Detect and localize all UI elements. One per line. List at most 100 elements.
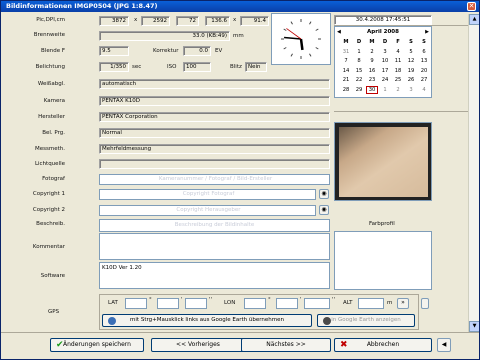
cancel-label: Abbrechen [366,341,400,348]
double-arrow-icon: » [401,299,405,306]
calendar-day[interactable]: 7 [340,57,352,65]
calendar-day[interactable]: 1 [353,48,365,56]
small-nav-button[interactable]: ◀ [437,338,451,352]
calendar-day[interactable]: 19 [405,67,417,75]
calendar-day[interactable]: 17 [379,67,391,75]
calendar-day[interactable]: 23 [366,76,378,84]
gps-go-button[interactable]: » [397,298,409,309]
divider [334,111,479,112]
calendar-day[interactable]: 3 [379,48,391,56]
altitude-input[interactable] [358,298,384,309]
calendar-day[interactable]: 29 [353,86,365,94]
lon-minutes-input[interactable] [276,298,298,309]
times-label: x [233,17,237,23]
lat-degrees-input[interactable] [125,298,147,309]
image-info-window: Bildinformationen IMGP0504 (JPG 1:8.47) … [0,0,480,360]
calendar-day[interactable]: 8 [353,57,365,65]
copyright1-input[interactable]: Copyright Fotograf [99,189,316,200]
calendar-day[interactable]: 4 [392,48,404,56]
scroll-down-button[interactable]: ▼ [469,321,479,332]
calendar-day[interactable]: 26 [405,76,417,84]
image-thumbnail [334,122,432,201]
calendar-day[interactable]: 20 [418,67,430,75]
calendar-day[interactable]: 28 [340,86,352,94]
cm-height-field: 91.4 [240,16,269,26]
calendar-day[interactable]: 27 [418,76,430,84]
calendar-day[interactable]: 4 [418,86,430,94]
previous-button[interactable]: << Vorheriges [151,338,245,352]
calendar-day[interactable]: 22 [353,76,365,84]
calendar-day[interactable]: 24 [379,76,391,84]
datetime-field[interactable]: 30.4.2008 17:45:51 [334,15,432,25]
focal-length-field: 33.0 (KB:49) [99,31,230,41]
description-label: Beschreib. [36,221,65,227]
calendar-day[interactable]: 15 [353,67,365,75]
camera-label: Kamera [43,98,65,104]
calendar-day[interactable]: 16 [366,67,378,75]
calendar-day[interactable]: 2 [392,86,404,94]
close-button[interactable]: ✕ [467,2,476,11]
copyright1-placeholder: Copyright Fotograf [182,191,235,197]
photographer-input[interactable]: Kameranummer / Fotograf / Bild-Ersteller [99,174,330,185]
ev-label: EV [215,48,223,54]
calendar-day[interactable]: 18 [392,67,404,75]
iso-label: ISO [167,64,177,70]
cancel-button[interactable]: ✖ Abbrechen [334,338,432,352]
manufacturer-field: PENTAX Corporation [99,112,330,122]
correction-field: 0.0 [183,46,211,56]
calendar-day[interactable]: 10 [379,57,391,65]
calendar-day[interactable]: 11 [392,57,404,65]
save-button[interactable]: ✔ Änderungen speichern [50,338,144,352]
window-title: Bildinformationen IMGP0504 (JPG 1:8.47) [6,2,158,10]
close-icon: ✕ [468,2,475,10]
lat-minutes-input[interactable] [157,298,179,309]
next-button[interactable]: Nächstes >> [241,338,331,352]
calendar-day[interactable]: 12 [405,57,417,65]
software-input[interactable]: K10D Ver 1.20 [99,262,330,289]
clock-tick [315,47,319,50]
mm-label: mm [233,33,244,39]
minute-sign: ' [300,297,302,303]
pic-dpi-label: Pic,DPI,cm [36,17,65,23]
calendar-day[interactable]: 1 [379,86,391,94]
comment-input[interactable] [99,233,330,260]
calendar-day[interactable]: 6 [418,48,430,56]
clock-tick [309,21,312,25]
software-value: K10D Ver 1.20 [102,265,142,271]
description-input[interactable]: Beschreibung der Bildinhalte [99,219,330,232]
google-earth-take-button[interactable]: mit Strg+Mausklick links aus Google Eart… [102,314,312,327]
hour-hand [299,38,304,51]
calendar-day[interactable]: 31 [340,48,352,56]
checkmark-icon: ✔ [56,340,64,350]
white-balance-label: Weißabgl. [37,81,65,87]
calendar-next-icon[interactable]: ▶ [425,28,429,37]
gps-label: GPS [48,309,60,315]
calendar-month: April 2008 [367,29,399,35]
weekday-header: S [422,39,426,45]
copyright1-eye-button[interactable]: ◉ [319,189,329,199]
gps-extra-button[interactable] [421,298,429,309]
clock-tick [309,53,312,57]
lon-seconds-input[interactable] [304,298,330,309]
metering-label: Messmeth. [35,146,65,152]
calendar-day[interactable]: 21 [340,76,352,84]
clock-tick [290,53,293,57]
calendar-day[interactable]: 9 [366,57,378,65]
calendar-day[interactable]: 14 [340,67,352,75]
eye-icon: ◉ [321,190,327,197]
calendar-day[interactable]: 5 [405,48,417,56]
scrollbar[interactable]: ▲ ▼ [468,14,479,332]
scroll-up-button[interactable]: ▲ [469,14,479,25]
copyright2-eye-button[interactable]: ◉ [319,205,329,215]
calendar-day[interactable]: 2 [366,48,378,56]
calendar-day[interactable]: 25 [392,76,404,84]
calendar-day[interactable]: 3 [405,86,417,94]
calendar-day[interactable]: 30 [366,85,378,94]
eye-icon: ◉ [321,206,327,213]
copyright2-input[interactable]: Copyright Herausgeber [99,205,316,216]
color-profile-box [334,231,432,290]
calendar-day[interactable]: 13 [418,57,430,65]
lon-degrees-input[interactable] [244,298,266,309]
lat-seconds-input[interactable] [185,298,207,309]
google-earth-show-button[interactable]: in Google Earth anzeigen [317,314,415,327]
